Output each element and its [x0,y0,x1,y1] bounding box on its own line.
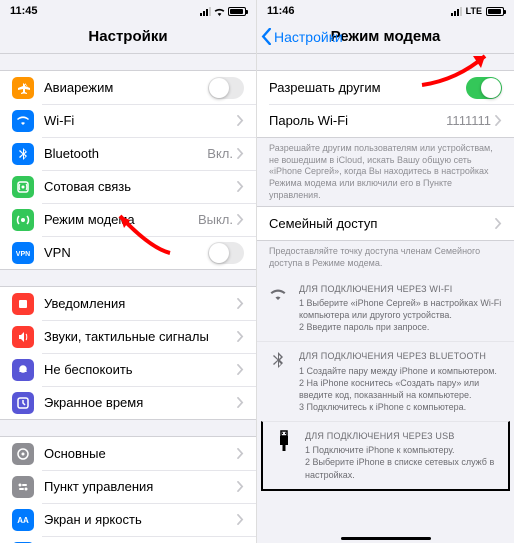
settings-row-screentime[interactable]: Экранное время [0,386,256,419]
settings-row-wifi[interactable]: Wi-Fi [0,104,256,137]
password-value: 1111111 [446,113,491,128]
svg-text:VPN: VPN [16,251,30,258]
home-indicator[interactable] [341,537,431,540]
dnd-icon [12,359,34,381]
chevron-right-icon [237,331,244,342]
signal-icon [451,7,462,16]
signal-icon [200,7,211,16]
battery-icon [228,7,246,16]
settings-row-control[interactable]: Пункт управления [0,470,256,503]
chevron-right-icon [237,298,244,309]
lte-label: LTE [466,6,482,16]
page-title: Настройки [88,28,167,45]
settings-row-display[interactable]: AAЭкран и яркость [0,503,256,536]
screentime-icon [12,392,34,414]
settings-row-hotspot[interactable]: Режим модемаВыкл. [0,203,256,236]
vpn-icon: VPN [12,242,34,264]
settings-row-vpn[interactable]: VPNVPN [0,236,256,269]
connection-wifi: ДЛЯ ПОДКЛЮЧЕНИЯ ЧЕРЕЗ WI-FI1 Выберите «i… [257,275,514,342]
display-icon: AA [12,509,34,531]
bluetooth-icon [267,350,289,372]
chevron-right-icon [495,115,502,126]
chevron-right-icon [237,364,244,375]
family-sharing-row[interactable]: Семейный доступ [257,207,514,240]
chevron-right-icon [237,481,244,492]
control-icon [12,476,34,498]
settings-row-bluetooth[interactable]: BluetoothВкл. [0,137,256,170]
chevron-right-icon [237,448,244,459]
general-icon [12,443,34,465]
navbar: Настройки Режим модема [257,20,514,54]
page-title: Режим модема [331,28,441,45]
toggle[interactable] [208,242,244,264]
toggle[interactable] [208,77,244,99]
time: 11:46 [267,5,295,17]
connection-usb: ДЛЯ ПОДКЛЮЧЕНИЯ ЧЕРЕЗ USB1 Подключите iP… [261,421,510,491]
settings-row-cellular[interactable]: Сотовая связь [0,170,256,203]
chevron-right-icon [237,397,244,408]
navbar: Настройки [0,20,256,54]
wifi-icon [12,110,34,132]
chevron-right-icon [237,514,244,525]
status-bar: 11:45 [0,0,256,20]
allow-others-toggle[interactable] [466,77,502,99]
settings-row-airplane[interactable]: Авиарежим [0,71,256,104]
hotspot-icon [12,209,34,231]
chevron-right-icon [237,181,244,192]
settings-screen: 11:45 Настройки АвиарежимWi-FiBluetoothВ… [0,0,257,543]
wifi-icon [267,283,289,305]
family-note: Предоставляйте точку доступа членам Семе… [257,241,514,274]
chevron-right-icon [237,148,244,159]
back-button[interactable]: Настройки [261,28,343,45]
battery-icon [486,7,504,16]
allow-note: Разрешайте другим пользователям или устр… [257,138,514,206]
settings-row-dnd[interactable]: Не беспокоить [0,353,256,386]
notify-icon [12,293,34,315]
allow-others-row[interactable]: Разрешать другим [257,71,514,104]
svg-text:AA: AA [17,516,29,525]
chevron-right-icon [495,218,502,229]
cellular-icon [12,176,34,198]
settings-row-general[interactable]: Основные [0,437,256,470]
settings-row-sounds[interactable]: Звуки, тактильные сигналы [0,320,256,353]
chevron-right-icon [237,115,244,126]
chevron-right-icon [237,214,244,225]
wifi-status-icon [213,7,226,16]
time: 11:45 [10,5,38,17]
status-bar: 11:46 LTE [257,0,514,20]
bluetooth-icon [12,143,34,165]
sounds-icon [12,326,34,348]
airplane-icon [12,77,34,99]
hotspot-screen: 11:46 LTE Настройки Режим модема Разреша… [257,0,514,543]
wifi-password-row[interactable]: Пароль Wi-Fi 1111111 [257,104,514,137]
settings-row-access[interactable]: Универсальный доступ [0,536,256,543]
settings-row-notify[interactable]: Уведомления [0,287,256,320]
usb-icon [273,430,295,452]
connection-bluetooth: ДЛЯ ПОДКЛЮЧЕНИЯ ЧЕРЕЗ BLUETOOTH1 Создайт… [257,341,514,421]
